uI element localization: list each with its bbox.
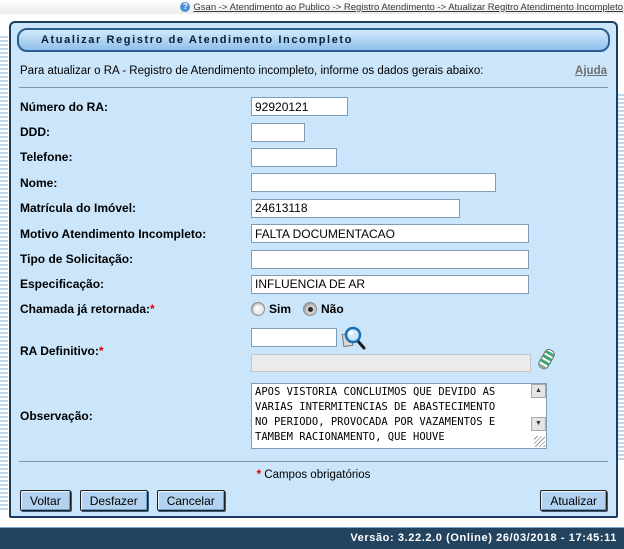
voltar-button[interactable]: Voltar	[20, 490, 71, 511]
version-footer: Versão: 3.22.2.0 (Online) 26/03/2018 - 1…	[0, 527, 624, 549]
atualizar-button[interactable]: Atualizar	[540, 490, 607, 511]
button-row: Voltar Desfazer Cancelar Atualizar	[17, 490, 610, 511]
eraser-icon[interactable]	[536, 347, 556, 373]
breadcrumb-bar: ? Gsan -> Atendimento ao Publico -> Regi…	[0, 0, 624, 14]
tipo-solicitacao-input[interactable]	[251, 250, 529, 269]
radio-sim[interactable]	[251, 302, 265, 316]
divider-bottom	[19, 461, 608, 462]
ddd-input[interactable]	[251, 123, 305, 142]
matricula-input[interactable]	[251, 199, 460, 218]
observacao-label: Observação:	[20, 409, 251, 423]
numero-ra-input[interactable]	[251, 97, 348, 116]
especificacao-input[interactable]	[251, 275, 529, 294]
ra-definitivo-label: RA Definitivo:*	[20, 344, 251, 358]
radio-nao[interactable]	[303, 302, 317, 316]
page-title: Atualizar Registro de Atendimento Incomp…	[17, 28, 610, 52]
search-icon[interactable]	[341, 326, 366, 350]
divider-top	[19, 87, 608, 88]
radio-nao-label[interactable]: Não	[321, 302, 344, 316]
required-note: * Campos obrigatórios	[17, 469, 610, 481]
row-tipo-solicitacao: Tipo de Solicitação:	[17, 246, 610, 271]
resize-grip-icon[interactable]	[534, 436, 545, 447]
left-frame-stripes	[0, 34, 8, 512]
row-observacao: Observação: APOS VISTORIA CONCLUIMOS QUE…	[17, 383, 610, 449]
observacao-textarea[interactable]: APOS VISTORIA CONCLUIMOS QUE DEVIDO AS V…	[252, 384, 546, 448]
row-numero-ra: Número do RA:	[17, 94, 610, 119]
row-nome: Nome:	[17, 170, 610, 195]
numero-ra-label: Número do RA:	[20, 100, 251, 114]
ra-definitivo-description-field	[251, 354, 531, 372]
main-panel: Atualizar Registro de Atendimento Incomp…	[9, 21, 618, 518]
row-telefone: Telefone:	[17, 145, 610, 170]
breadcrumb[interactable]: Gsan -> Atendimento ao Publico -> Regist…	[193, 2, 623, 13]
cancelar-button[interactable]: Cancelar	[157, 490, 225, 511]
radio-sim-label[interactable]: Sim	[269, 302, 291, 316]
motivo-label: Motivo Atendimento Incompleto:	[20, 227, 251, 241]
chamada-retornada-label: Chamada já retornada:*	[20, 302, 251, 316]
ra-definitivo-input[interactable]	[251, 328, 337, 347]
scroll-down-icon[interactable]: ▼	[531, 417, 546, 431]
row-ddd: DDD:	[17, 119, 610, 144]
telefone-input[interactable]	[251, 148, 337, 167]
tipo-solicitacao-label: Tipo de Solicitação:	[20, 252, 251, 266]
instruction-text: Para atualizar o RA - Registro de Atendi…	[20, 65, 483, 77]
observacao-field-frame: APOS VISTORIA CONCLUIMOS QUE DEVIDO AS V…	[251, 383, 547, 449]
matricula-label: Matrícula do Imóvel:	[20, 201, 251, 215]
desfazer-button[interactable]: Desfazer	[80, 490, 148, 511]
row-matricula: Matrícula do Imóvel:	[17, 196, 610, 221]
right-frame-stripes	[618, 92, 624, 460]
row-motivo: Motivo Atendimento Incompleto:	[17, 221, 610, 246]
ddd-label: DDD:	[20, 125, 251, 139]
help-icon[interactable]: ?	[180, 2, 190, 12]
especificacao-label: Especificação:	[20, 277, 251, 291]
motivo-input[interactable]	[251, 224, 529, 243]
nome-label: Nome:	[20, 176, 251, 190]
row-ra-definitivo: RA Definitivo:*	[17, 324, 610, 378]
form: Número do RA: DDD: Telefone: Nome: Matrí…	[17, 94, 610, 449]
row-chamada-retornada: Chamada já retornada:* Sim Não	[17, 297, 610, 321]
row-especificacao: Especificação:	[17, 272, 610, 297]
telefone-label: Telefone:	[20, 150, 251, 164]
scroll-up-icon[interactable]: ▲	[531, 384, 546, 398]
help-link[interactable]: Ajuda	[575, 65, 607, 77]
nome-input[interactable]	[251, 173, 496, 192]
